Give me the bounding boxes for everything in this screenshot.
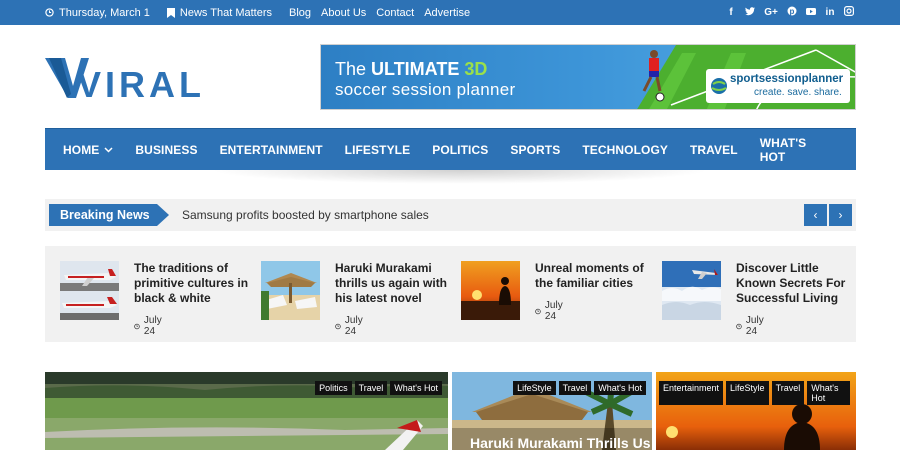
top-bar-left: Thursday, March 1 News That Matters Blog… [45, 0, 480, 25]
linkedin-icon[interactable]: in [825, 7, 835, 18]
svg-text:p: p [790, 7, 795, 16]
tag-whats-hot[interactable]: What's Hot [594, 381, 646, 395]
nav-item-lifestyle[interactable]: LIFESTYLE [345, 143, 411, 157]
tag-whats-hot[interactable]: What's Hot [807, 381, 850, 405]
tag-lifestyle[interactable]: LifeStyle [513, 381, 556, 395]
banner-subheadline: soccer session planner [335, 80, 516, 99]
nav-item-entertainment[interactable]: ENTERTAINMENT [220, 143, 323, 157]
globe-icon [711, 78, 727, 94]
clock-icon [335, 323, 341, 329]
tag-politics[interactable]: Politics [315, 381, 352, 395]
clock-icon [134, 323, 140, 329]
top-link-about-us[interactable]: About Us [321, 7, 366, 19]
google-plus-icon[interactable]: G+ [764, 7, 778, 18]
bookmark-icon [166, 7, 175, 18]
nav-item-whats-hot[interactable]: WHAT'S HOT [760, 136, 834, 164]
featured-thumbnail-sunset-silhouette[interactable] [461, 261, 520, 320]
tagline: News That Matters [166, 6, 272, 19]
youtube-icon[interactable] [806, 6, 816, 19]
banner-brand-tagline: create. save. share. [754, 87, 842, 98]
tag-travel[interactable]: Travel [771, 381, 805, 405]
main-nav: HOME BUSINESS ENTERTAINMENT LIFESTYLE PO… [45, 128, 856, 170]
post-tags: LifeStyle Travel What's Hot [510, 381, 646, 395]
breaking-prev-button[interactable]: ‹ [804, 204, 827, 226]
tag-travel[interactable]: Travel [558, 381, 592, 395]
post-card-airport[interactable]: Politics Travel What's Hot [45, 372, 448, 450]
nav-item-technology[interactable]: TECHNOLOGY [582, 143, 668, 157]
nav-item-home-label: HOME [63, 143, 100, 157]
featured-title[interactable]: Unreal moments of the familiar cities [535, 261, 660, 291]
featured-thumbnail-beach-huts[interactable] [261, 261, 320, 320]
breaking-next-button[interactable]: › [829, 204, 852, 226]
nav-item-politics[interactable]: POLITICS [432, 143, 488, 157]
banner-ad[interactable]: The ULTIMATE 3D soccer session planner s… [320, 44, 856, 110]
nav-item-sports[interactable]: SPORTS [510, 143, 560, 157]
featured-title[interactable]: Haruki Murakami thrills us again with hi… [335, 261, 460, 306]
logo-text[interactable]: VIRAL [77, 64, 205, 106]
tagline-text: News That Matters [179, 6, 272, 19]
post-card-murakami[interactable]: LifeStyle Travel What's Hot Haruki Murak… [452, 372, 652, 450]
post-title[interactable]: Haruki Murakami Thrills Us [470, 435, 651, 450]
top-links: Blog About Us Contact Advertise [289, 7, 480, 19]
post-card-sunset[interactable]: Entertainment LifeStyle Travel What's Ho… [656, 372, 856, 450]
featured-title[interactable]: The traditions of primitive cultures in … [134, 261, 259, 306]
tag-travel[interactable]: Travel [354, 381, 388, 395]
pinterest-icon[interactable]: p [787, 6, 797, 19]
tag-entertainment[interactable]: Entertainment [659, 381, 724, 405]
clock-icon [535, 308, 541, 314]
banner-headline: The ULTIMATE 3D [335, 59, 488, 79]
top-bar: Thursday, March 1 News That Matters Blog… [0, 0, 900, 25]
clock-icon [736, 323, 742, 329]
chevron-left-icon: ‹ [813, 208, 818, 222]
tag-lifestyle[interactable]: LifeStyle [726, 381, 769, 405]
featured-thumbnail-airplanes[interactable] [60, 261, 119, 320]
top-link-blog[interactable]: Blog [289, 7, 311, 19]
nav-item-home[interactable]: HOME [63, 143, 113, 157]
breaking-news-label: Breaking News [49, 204, 169, 226]
tag-whats-hot[interactable]: What's Hot [390, 381, 442, 395]
banner-brand-box: sportsessionplanner create. save. share. [706, 69, 850, 103]
banner-brand-name: sportsessionplanner [730, 73, 844, 85]
date-text: Thursday, March 1 [59, 6, 150, 19]
featured-title[interactable]: Discover Little Known Secrets For Succes… [736, 261, 861, 306]
featured-date: July 24 [736, 315, 767, 337]
chevron-right-icon: › [838, 208, 843, 222]
nav-shadow [210, 170, 710, 184]
featured-strip: The traditions of primitive cultures in … [45, 246, 856, 342]
breaking-news-bar: Breaking News Samsung profits boosted by… [45, 199, 856, 231]
featured-date: July 24 [335, 315, 366, 337]
nav-item-travel[interactable]: TRAVEL [690, 143, 738, 157]
breaking-news-headline[interactable]: Samsung profits boosted by smartphone sa… [182, 208, 429, 222]
featured-date: July 24 [134, 315, 165, 337]
post-tags: Entertainment LifeStyle Travel What's Ho… [656, 381, 850, 405]
top-link-contact[interactable]: Contact [376, 7, 414, 19]
featured-thumbnail-airplane-sky[interactable] [662, 261, 721, 320]
nav-item-business[interactable]: BUSINESS [135, 143, 197, 157]
social-links: f G+ p in [717, 0, 855, 25]
facebook-icon[interactable]: f [726, 7, 736, 18]
clock-icon [45, 8, 54, 17]
instagram-icon[interactable] [844, 6, 855, 19]
top-link-advertise[interactable]: Advertise [424, 7, 470, 19]
featured-date: July 24 [535, 300, 566, 322]
twitter-icon[interactable] [745, 6, 755, 19]
chevron-down-icon [104, 147, 113, 153]
date-display: Thursday, March 1 [45, 7, 150, 19]
post-tags: Politics Travel What's Hot [312, 381, 442, 395]
